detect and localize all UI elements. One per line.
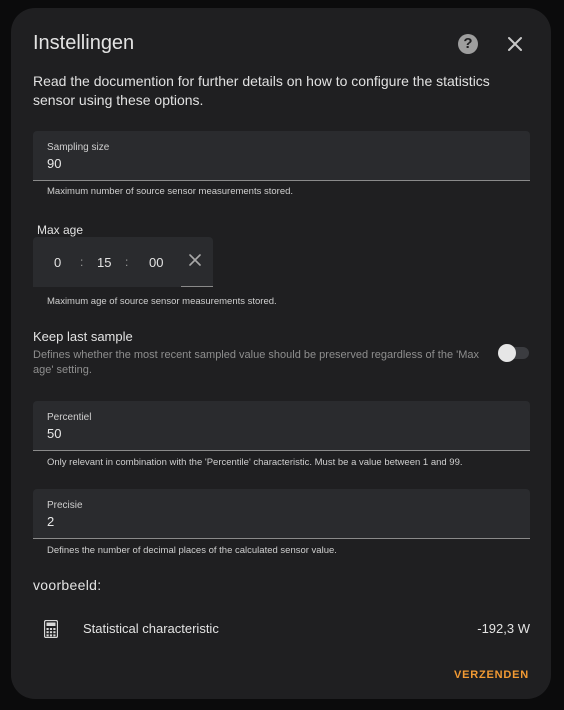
sampling-size-label: Sampling size <box>47 142 110 153</box>
max-age-label: Max age <box>37 223 84 237</box>
max-age-seconds-input[interactable]: 00 <box>149 255 163 270</box>
sampling-size-value[interactable]: 90 <box>47 156 61 171</box>
max-age-hours-input[interactable]: 0 <box>54 255 61 270</box>
max-age-duration-input: 0 : 15 : 00 <box>33 237 213 287</box>
preview-entity-name: Statistical characteristic <box>83 621 219 636</box>
clear-icon[interactable] <box>188 253 202 267</box>
max-age-helper: Maximum age of source sensor measurement… <box>47 296 277 307</box>
percentile-field[interactable]: Percentiel 50 <box>33 401 530 451</box>
percentile-helper: Only relevant in combination with the 'P… <box>47 457 463 468</box>
time-separator: : <box>80 255 84 269</box>
max-age-minutes-input[interactable]: 15 <box>97 255 111 270</box>
precision-label: Precisie <box>47 500 83 511</box>
percentile-value[interactable]: 50 <box>47 426 61 441</box>
precision-helper: Defines the number of decimal places of … <box>47 545 337 556</box>
time-separator: : <box>125 255 129 269</box>
percentile-label: Percentiel <box>47 412 92 423</box>
preview-entity-value: -192,3 W <box>477 621 530 636</box>
max-age-underline <box>181 286 213 287</box>
keep-last-sample-description: Defines whether the most recent sampled … <box>33 349 480 376</box>
calculator-icon <box>44 620 58 638</box>
help-icon[interactable]: ? <box>458 34 478 54</box>
toggle-knob[interactable] <box>498 344 516 362</box>
preview-title: voorbeeld: <box>33 577 102 593</box>
sampling-size-helper: Maximum number of source sensor measurem… <box>47 186 294 197</box>
sampling-size-field[interactable]: Sampling size 90 <box>33 131 530 181</box>
precision-field[interactable]: Precisie 2 <box>33 489 530 539</box>
dialog-description: Read the documention for further details… <box>33 73 490 108</box>
keep-last-sample-title: Keep last sample <box>33 329 133 344</box>
dialog-title: Instellingen <box>33 32 135 54</box>
settings-dialog: Instellingen ? Read the documention for … <box>11 8 551 699</box>
close-icon[interactable] <box>505 34 525 54</box>
submit-button[interactable]: VERZENDEN <box>454 669 529 681</box>
precision-value[interactable]: 2 <box>47 514 54 529</box>
